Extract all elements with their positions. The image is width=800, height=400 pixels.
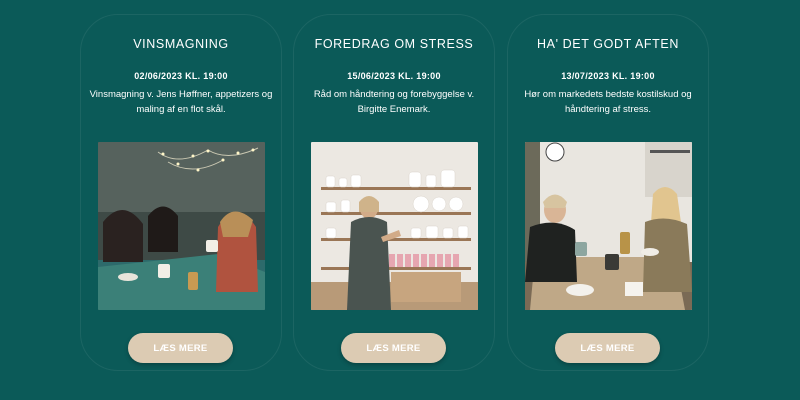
event-date: 15/06/2023 KL. 19:00: [347, 71, 441, 81]
event-date: 13/07/2023 KL. 19:00: [561, 71, 655, 81]
event-description: Vinsmagning v. Jens Høffner, appetizers …: [89, 89, 273, 115]
read-more-button[interactable]: LÆS MERE: [555, 333, 660, 363]
event-card-foredrag-om-stress: FOREDRAG OM STRESS 15/06/2023 KL. 19:00 …: [293, 14, 495, 371]
event-title: HA' DET GODT AFTEN: [537, 37, 679, 51]
event-photo-painting-ceramics: [98, 142, 265, 310]
event-photo-speaker-in-shop: [311, 142, 478, 310]
event-card-vinsmagning: VINSMAGNING 02/06/2023 KL. 19:00 Vinsmag…: [80, 14, 282, 371]
event-photo-cafe-table: [525, 142, 692, 310]
event-date: 02/06/2023 KL. 19:00: [134, 71, 228, 81]
event-title: VINSMAGNING: [133, 37, 229, 51]
photo-illustration: [525, 142, 692, 310]
events-section: VINSMAGNING 02/06/2023 KL. 19:00 Vinsmag…: [0, 0, 800, 400]
event-description: Råd om håndtering og forebyggelse v. Bir…: [313, 89, 475, 115]
read-more-button[interactable]: LÆS MERE: [341, 333, 446, 363]
read-more-button[interactable]: LÆS MERE: [128, 333, 233, 363]
event-card-ha-det-godt-aften: HA' DET GODT AFTEN 13/07/2023 KL. 19:00 …: [507, 14, 709, 371]
photo-illustration: [98, 142, 265, 310]
event-title: FOREDRAG OM STRESS: [314, 37, 474, 51]
photo-illustration: [311, 142, 478, 310]
event-description: Hør om markedets bedste kostilskud og hå…: [524, 89, 692, 115]
